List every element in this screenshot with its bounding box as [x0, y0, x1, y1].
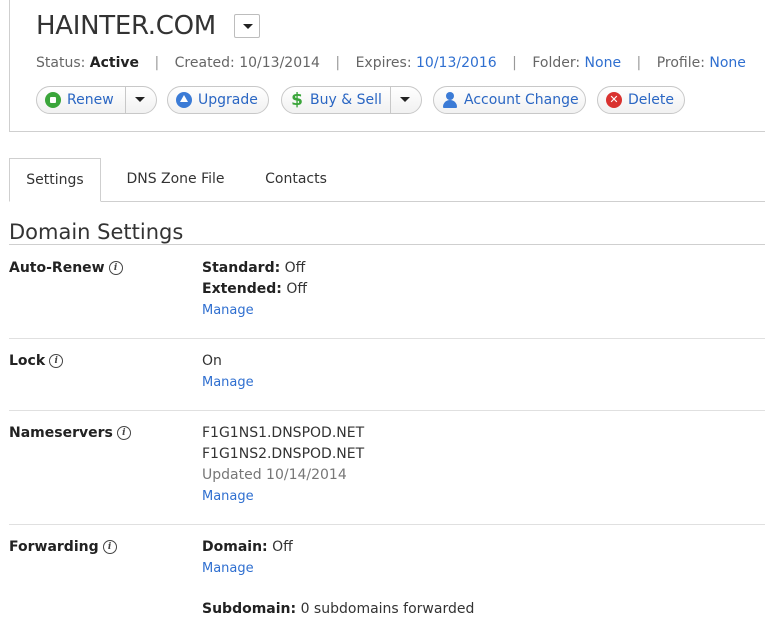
tab-bar: Settings DNS Zone File Contacts	[9, 158, 765, 202]
row-divider	[9, 410, 765, 411]
account-change-label: Account Change	[464, 92, 579, 108]
auto-renew-standard: Standard: Off	[202, 260, 305, 276]
lock-label: Lock i	[9, 353, 64, 369]
person-icon	[442, 92, 458, 108]
domain-name-title: HAINTER.COM	[36, 11, 216, 41]
lock-label-text: Lock	[9, 353, 46, 369]
nameservers-updated: Updated 10/14/2014	[202, 467, 347, 483]
upgrade-button[interactable]: Upgrade	[167, 86, 269, 114]
section-title: Domain Settings	[9, 220, 184, 244]
extended-label: Extended:	[202, 281, 282, 297]
subdomain-label: Subdomain:	[202, 601, 297, 617]
created-label: Created:	[174, 55, 235, 71]
auto-renew-manage-link[interactable]: Manage	[202, 303, 254, 318]
meta-separator: |	[335, 55, 341, 71]
nameservers-label: Nameservers i	[9, 425, 131, 441]
expires-label: Expires:	[355, 55, 412, 71]
lock-manage-link[interactable]: Manage	[202, 375, 254, 390]
chevron-down-icon	[400, 97, 410, 102]
buy-sell-button[interactable]: $ Buy & Sell	[281, 86, 422, 114]
domain-meta-line: Status: Active | Created: 10/13/2014 | E…	[36, 55, 746, 71]
meta-separator: |	[512, 55, 517, 71]
renew-button[interactable]: Renew	[36, 86, 157, 114]
forwarding-manage-link[interactable]: Manage	[202, 561, 254, 576]
row-divider	[9, 338, 765, 339]
forwarding-domain: Domain: Off	[202, 539, 293, 555]
nameserver-1: F1G1NS1.DNSPOD.NET	[202, 425, 365, 441]
info-icon[interactable]: i	[102, 540, 117, 554]
upgrade-arrow-icon	[176, 92, 192, 108]
folder-link[interactable]: None	[585, 55, 622, 71]
standard-value: Off	[284, 260, 306, 276]
subdomain-value: 0 subdomains forwarded	[300, 601, 475, 617]
section-divider	[9, 244, 765, 245]
status-value: Active	[89, 55, 140, 71]
renew-label: Renew	[67, 92, 114, 108]
account-change-button[interactable]: Account Change	[433, 86, 586, 114]
expires-link[interactable]: 10/13/2016	[416, 55, 497, 71]
domain-header-card: HAINTER.COM Status: Active | Created: 10…	[9, 0, 765, 132]
tab-contacts[interactable]: Contacts	[255, 158, 337, 201]
standard-label: Standard:	[202, 260, 281, 276]
status-label: Status:	[36, 55, 86, 71]
renew-dropdown-toggle[interactable]	[125, 87, 156, 113]
buy-sell-label: Buy & Sell	[310, 92, 382, 108]
upgrade-label: Upgrade	[198, 92, 258, 108]
buy-sell-dropdown-toggle[interactable]	[390, 87, 421, 113]
tab-dns-zone-file[interactable]: DNS Zone File	[117, 158, 234, 201]
nameserver-2: F1G1NS2.DNSPOD.NET	[202, 446, 365, 462]
chevron-down-icon	[243, 24, 253, 29]
auto-renew-label-text: Auto-Renew	[9, 260, 105, 276]
meta-separator: |	[154, 55, 160, 71]
info-icon[interactable]: i	[116, 426, 131, 440]
nameservers-manage-link[interactable]: Manage	[202, 489, 254, 504]
profile-link[interactable]: None	[709, 55, 746, 71]
info-icon[interactable]: i	[108, 261, 123, 275]
chevron-down-icon	[135, 97, 145, 102]
delete-x-icon: ✕	[606, 92, 622, 108]
lock-value: On	[202, 353, 222, 369]
auto-renew-label: Auto-Renew i	[9, 260, 123, 276]
domain-menu-dropdown[interactable]	[234, 14, 260, 38]
forwarding-subdomain: Subdomain: 0 subdomains forwarded	[202, 601, 474, 617]
forwarding-label-text: Forwarding	[9, 539, 99, 555]
renew-icon	[45, 92, 61, 108]
profile-label: Profile:	[656, 55, 705, 71]
folder-label: Folder:	[532, 55, 581, 71]
forwarding-domain-label: Domain:	[202, 539, 268, 555]
delete-label: Delete	[628, 92, 674, 108]
tab-settings[interactable]: Settings	[9, 158, 101, 202]
created-value: 10/13/2014	[239, 55, 320, 71]
row-divider	[9, 524, 765, 525]
delete-button[interactable]: ✕ Delete	[597, 86, 685, 114]
info-icon[interactable]: i	[49, 354, 64, 368]
nameservers-label-text: Nameservers	[9, 425, 113, 441]
extended-value: Off	[286, 281, 308, 297]
meta-separator: |	[636, 55, 642, 71]
dollar-icon: $	[291, 90, 303, 110]
forwarding-domain-value: Off	[272, 539, 293, 555]
auto-renew-extended: Extended: Off	[202, 281, 307, 297]
forwarding-label: Forwarding i	[9, 539, 117, 555]
